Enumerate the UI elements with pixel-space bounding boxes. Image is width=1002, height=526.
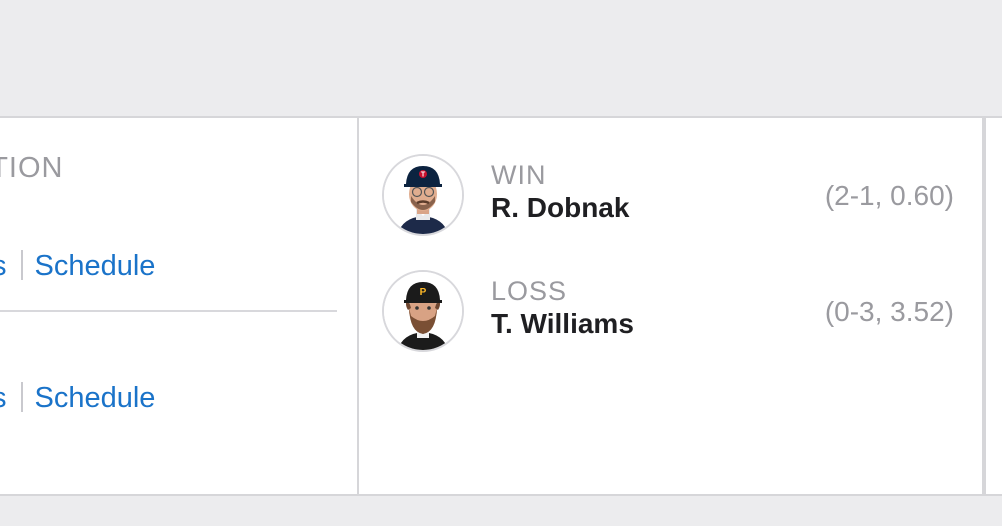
pitcher-name[interactable]: T. Williams [491,308,634,340]
avatar: T [382,154,464,236]
link-separator [20,382,23,412]
decision-label: WIN [491,160,547,190]
player-headshot-icon: P [384,272,462,350]
avatar: P [382,270,464,352]
losing-pitcher[interactable]: P LOSS T. Williams (0-3, 3.52) [359,270,980,360]
schedule-link[interactable]: Schedule [35,382,156,414]
top-background [0,0,1002,116]
row-divider [0,310,337,312]
link-separator [20,250,23,280]
next-card-edge [984,116,1002,496]
pitcher-record: (0-3, 3.52) [824,296,954,327]
link-truncated[interactable]: s [0,250,7,282]
pitcher-record: (2-1, 0.60) [824,180,954,211]
pitcher-name[interactable]: R. Dobnak [491,192,629,224]
decision-label: LOSS [491,276,568,306]
standings-card: ATION s Schedule s Schedule [0,116,359,496]
svg-text:T: T [421,172,426,179]
decisions-card: T WIN R. Dobnak (2-1, 0.60) P LOSS T. Wi… [359,116,984,496]
svg-text:P: P [420,287,427,298]
team-links-row-1: s Schedule [0,250,155,283]
player-headshot-icon: T [384,156,462,234]
section-header: ATION [0,152,64,184]
team-links-row-2: s Schedule [0,382,155,415]
winning-pitcher[interactable]: T WIN R. Dobnak (2-1, 0.60) [359,154,980,244]
link-truncated[interactable]: s [0,382,7,414]
schedule-link[interactable]: Schedule [35,250,156,282]
